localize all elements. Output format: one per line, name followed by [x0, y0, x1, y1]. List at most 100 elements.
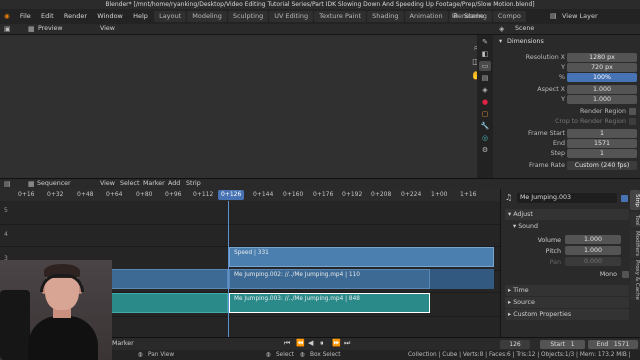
frame-rate-dropdown[interactable]: Custom (240 fps) [567, 161, 637, 170]
preview-view-menu[interactable]: View [100, 25, 115, 32]
view-layer-icon: ▤ [550, 12, 557, 20]
frame-start-field[interactable]: 1 [567, 129, 637, 138]
playback-end-label: End [596, 341, 609, 348]
volume-field[interactable]: 1.000 [565, 235, 621, 244]
pause-icon[interactable]: ⏸ [320, 339, 324, 348]
workspace-tab-animation[interactable]: Animation [404, 11, 448, 22]
custom-properties-panel-header[interactable]: ▸ Custom Properties [505, 309, 629, 320]
frame-step-label: Step [550, 150, 565, 157]
ruler-tick: 0+64 [106, 191, 123, 198]
preview-area[interactable]: ⌕ ◫ ✋ [0, 35, 493, 178]
mouse-drag-icon: ◍ [300, 352, 306, 358]
workspace-tab-texture-paint[interactable]: Texture Paint [314, 11, 367, 22]
render-tab-icon[interactable]: ◧ [479, 49, 491, 59]
time-panel-header[interactable]: ▸ Time [505, 285, 629, 296]
step-back-icon[interactable]: ⏪ [296, 339, 305, 347]
modifier-tab-icon[interactable]: 🔧 [479, 121, 491, 131]
playback-end-field[interactable]: End 1571 [588, 340, 638, 349]
playhead[interactable] [228, 201, 229, 337]
mono-checkbox[interactable] [622, 271, 629, 278]
physics-tab-icon[interactable]: ◎ [479, 133, 491, 143]
aspect-x-field[interactable]: 1.000 [567, 85, 637, 94]
sequencer-menu-marker[interactable]: Marker [143, 180, 165, 187]
adjust-panel-header[interactable]: ▾ Adjust [505, 209, 629, 220]
sound-subpanel-header[interactable]: ▾ Sound [505, 221, 629, 232]
current-frame-field[interactable]: 126 [500, 340, 530, 349]
sidebar-tab-modifiers[interactable]: Modifiers [630, 230, 640, 258]
scene-tab-icon[interactable]: ◈ [479, 85, 491, 95]
render-region-checkbox[interactable] [629, 108, 636, 115]
workspace-tab-shading[interactable]: Shading [367, 11, 404, 22]
frame-end-field[interactable]: 1571 [567, 139, 637, 148]
object-tab-icon[interactable]: ▢ [479, 109, 491, 119]
aspect-y-field[interactable]: 1.000 [567, 95, 637, 104]
frame-start-label: Frame Start [527, 130, 565, 137]
speed-strip[interactable]: Speed | 331 [229, 247, 494, 267]
sidebar-tab-proxy-cache[interactable]: Proxy & Cache [630, 260, 640, 300]
pitch-field[interactable]: 1.000 [565, 246, 621, 255]
mouse-left-icon: ◍ [266, 352, 272, 358]
frame-step-field[interactable]: 1 [567, 149, 637, 158]
editor-type-icon[interactable]: ▣ [4, 25, 11, 33]
sequencer-header: ▤ ▦ Sequencer View Select Marker Add Str… [0, 178, 640, 189]
sequencer-menu-strip[interactable]: Strip [186, 180, 201, 187]
resolution-y-field[interactable]: 720 px [567, 63, 637, 72]
timeline-ruler[interactable]: 0+16 0+32 0+48 0+64 0+80 0+96 0+112 0+12… [0, 189, 500, 201]
audio-strip-selected[interactable]: Me Jumping.003: //../Me Jumping.mp4 | 84… [229, 293, 430, 313]
strip-name-field[interactable]: Me Jumping.003 [517, 193, 617, 203]
status-select: Select [276, 352, 294, 358]
step-forward-icon[interactable]: ⏩ [332, 339, 341, 347]
mouse-middle-icon: ◍ [138, 352, 144, 358]
pan-field[interactable]: 0.000 [565, 257, 621, 266]
view-layer-selector[interactable]: View Layer [562, 9, 598, 24]
properties-panel: ▾ Dimensions Resolution X 1280 px Y 720 px… [493, 35, 640, 178]
dimensions-panel-header[interactable]: ▾ Dimensions [493, 37, 640, 47]
play-reverse-icon[interactable]: ◀ [308, 339, 313, 347]
output-tab-icon[interactable]: ▭ [479, 61, 491, 71]
scene-selector[interactable]: Scene [464, 9, 484, 24]
sequencer-menu-view[interactable]: View [100, 180, 115, 187]
current-frame-indicator[interactable]: 0+126 [218, 190, 245, 200]
sequencer-menu-select[interactable]: Select [120, 180, 139, 187]
ruler-tick: 0+48 [77, 191, 94, 198]
menu-help[interactable]: Help [129, 9, 152, 24]
crop-region-label: Crop to Render Region [555, 118, 626, 125]
menu-render[interactable]: Render [60, 9, 91, 24]
view-layer-tab-icon[interactable]: ▤ [479, 73, 491, 83]
scene-icon: ⛁ [452, 12, 458, 20]
preview-mode-label[interactable]: Preview [38, 25, 63, 32]
workspace-tab-modeling[interactable]: Modeling [187, 11, 227, 22]
sequencer-menu-add[interactable]: Add [168, 180, 180, 187]
workspace-tab-uv-editing[interactable]: UV Editing [269, 11, 314, 22]
sequencer-mode-label[interactable]: Sequencer [37, 180, 71, 187]
menu-edit[interactable]: Edit [37, 9, 58, 24]
channel-row: 4 [0, 223, 500, 247]
resolution-pct-label: % [559, 74, 565, 81]
workspace-tab-compositing[interactable]: Compo [492, 11, 526, 22]
world-tab-icon[interactable]: ● [479, 97, 491, 107]
resolution-x-field[interactable]: 1280 px [567, 53, 637, 62]
crop-region-checkbox[interactable] [629, 118, 636, 125]
workspace-tab-layout[interactable]: Layout [154, 11, 187, 22]
status-stats: Collection | Cube | Verts:8 | Faces:6 | … [408, 352, 631, 358]
constraint-tab-icon[interactable]: ⚙ [479, 145, 491, 155]
video-strip[interactable]: Me Jumping.002: //../Me Jumping.mp4 | 11… [229, 269, 430, 289]
resolution-pct-field[interactable]: 100% [567, 73, 637, 82]
channel-number: 4 [4, 231, 8, 238]
source-panel-header[interactable]: ▸ Source [505, 297, 629, 308]
video-strip-extension [430, 269, 494, 289]
blender-logo-icon[interactable]: ◉ [0, 9, 14, 24]
sidebar-tab-tool[interactable]: Tool [630, 212, 640, 228]
jump-start-icon[interactable]: ⏮ [284, 339, 290, 348]
sidebar-tab-strip[interactable]: Strip [630, 190, 640, 210]
workspace-tab-sculpting[interactable]: Sculpting [227, 11, 269, 22]
sequencer-editor-icon[interactable]: ▤ [4, 180, 11, 188]
jump-end-icon[interactable]: ⏭ [344, 339, 350, 348]
menu-window[interactable]: Window [93, 9, 127, 24]
playback-menu-marker[interactable]: Marker [112, 340, 134, 347]
playback-start-field[interactable]: Start 1 [540, 340, 585, 349]
ruler-tick: 0+176 [313, 191, 334, 198]
menu-file[interactable]: File [16, 9, 35, 24]
tool-tab-icon[interactable]: ✎ [479, 37, 491, 47]
strip-enable-checkbox[interactable] [621, 195, 628, 202]
